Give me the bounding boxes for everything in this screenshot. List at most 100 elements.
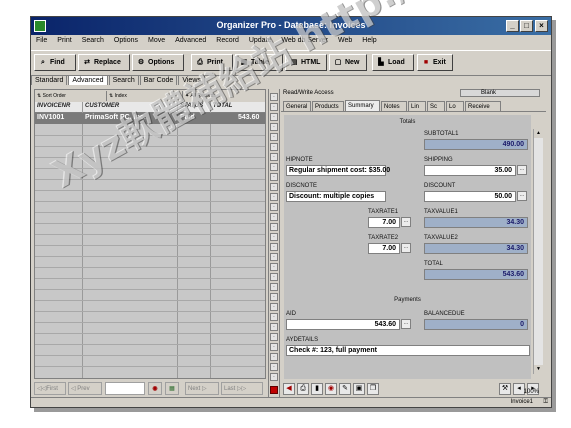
nav-mark[interactable]: · <box>270 233 278 241</box>
taxrate2-field[interactable]: 7.00 <box>368 243 400 254</box>
scroll-up-icon[interactable]: ▲ <box>534 129 543 138</box>
tab-search[interactable]: Search <box>108 75 139 85</box>
col-total[interactable]: TOTAL <box>213 103 232 109</box>
quick-search-input[interactable] <box>105 382 145 395</box>
print-record-icon[interactable]: ⎙ <box>297 383 309 395</box>
replace-button[interactable]: ⇄ Replace <box>78 54 130 71</box>
menu-search[interactable]: Search <box>77 35 109 44</box>
nav-mark[interactable]: · <box>270 243 278 251</box>
edit-icon[interactable]: ✎ <box>339 383 351 395</box>
tab-summary[interactable]: Summary <box>345 100 380 111</box>
nav-mark[interactable]: · <box>270 283 278 291</box>
scroll-down-icon[interactable]: ▼ <box>534 365 543 374</box>
first-button[interactable]: ◁◁First <box>34 382 66 395</box>
print-button[interactable]: ⎙ Print <box>191 54 233 71</box>
nav-mark[interactable]: · <box>270 223 278 231</box>
taxrate1-field[interactable]: 7.00 <box>368 217 400 228</box>
nav-mark[interactable]: · <box>270 353 278 361</box>
menu-options[interactable]: Options <box>109 35 143 44</box>
next-button[interactable]: Next ▷ <box>185 382 219 395</box>
tab-views[interactable]: Views <box>178 75 205 85</box>
new-button[interactable]: ▢ New <box>329 54 367 71</box>
shipnote-field[interactable]: Regular shipment cost: $35.00 <box>286 165 390 176</box>
last-button[interactable]: Last ▷▷ <box>221 382 263 395</box>
paid-field[interactable]: 543.60 <box>286 319 400 330</box>
all-records-button[interactable]: ✦ All Records <box>183 91 265 101</box>
load-button[interactable]: ▙ Load <box>372 54 414 71</box>
tools-icon[interactable]: ⚒ <box>499 383 511 395</box>
nav-mark[interactable]: · <box>270 263 278 271</box>
menu-file[interactable]: File <box>31 35 52 44</box>
stop-icon[interactable]: ◉ <box>148 382 162 395</box>
nav-mark[interactable]: · <box>270 273 278 281</box>
table-button[interactable]: ▦ Table <box>235 54 283 71</box>
discnote-field[interactable]: Discount: multiple copies <box>286 191 386 202</box>
tab-lo[interactable]: Lo <box>446 101 464 111</box>
nav-mark[interactable]: · <box>270 133 278 141</box>
nav-mark[interactable]: · <box>270 343 278 351</box>
delete-icon[interactable]: ▮ <box>311 383 323 395</box>
nav-mark[interactable]: · <box>270 213 278 221</box>
nav-mark[interactable]: · <box>270 253 278 261</box>
minimize-icon[interactable]: _ <box>506 20 519 32</box>
menu-help[interactable]: Help <box>357 35 381 44</box>
nav-mark[interactable]: · <box>270 163 278 171</box>
nav-mark[interactable]: · <box>270 333 278 341</box>
nav-mark[interactable]: · <box>270 293 278 301</box>
tab-receive[interactable]: Receive <box>465 101 501 111</box>
index-button[interactable]: ⇅ Index <box>107 91 183 101</box>
find-button[interactable]: ⌕ Find <box>34 54 76 71</box>
col-status[interactable]: STATUS <box>180 103 203 109</box>
paid-calc-icon[interactable]: ··· <box>401 319 411 329</box>
title-bar[interactable]: Organizer Pro - Database: Invoices _ □ × <box>31 17 551 35</box>
discount-field[interactable]: 50.00 <box>424 191 516 202</box>
close-icon[interactable]: × <box>535 20 548 32</box>
nav-mark[interactable]: · <box>270 123 278 131</box>
nav-mark[interactable]: · <box>270 103 278 111</box>
maximize-icon[interactable]: □ <box>520 20 533 32</box>
blank-field[interactable]: Blank <box>460 89 540 97</box>
tab-sc[interactable]: Sc <box>427 101 445 111</box>
image-icon[interactable]: ▣ <box>353 383 365 395</box>
nav-mark[interactable]: · <box>270 183 278 191</box>
menu-move[interactable]: Move <box>143 35 170 44</box>
sort-order-button[interactable]: ⇅ Sort Order <box>35 91 107 101</box>
taxrate1-calc-icon[interactable]: ··· <box>401 217 411 227</box>
table-row[interactable]: INV1001 PrimaSoft PC, Inc. Paid 543.60 <box>35 113 265 124</box>
col-invoicenr[interactable]: INVOICENR <box>37 103 70 109</box>
paydetails-field[interactable]: Check #: 123, full payment <box>286 345 530 356</box>
menu-update[interactable]: Update <box>244 35 277 44</box>
nav-mark[interactable]: · <box>270 373 278 381</box>
nav-mark[interactable]: · <box>270 303 278 311</box>
stop-record-icon[interactable]: ◉ <box>325 383 337 395</box>
bookmark-icon[interactable] <box>270 386 278 394</box>
menu-print[interactable]: Print <box>52 35 76 44</box>
menu-web[interactable]: Web <box>333 35 357 44</box>
taxrate2-calc-icon[interactable]: ··· <box>401 243 411 253</box>
nav-mark[interactable]: · <box>270 363 278 371</box>
nav-mark[interactable]: · <box>270 93 278 101</box>
nav-mark[interactable]: · <box>270 153 278 161</box>
nav-mark[interactable]: · <box>270 193 278 201</box>
tab-general[interactable]: General <box>283 101 311 111</box>
nav-mark[interactable]: · <box>270 203 278 211</box>
tab-products[interactable]: Products <box>312 101 344 111</box>
tab-notes[interactable]: Notes <box>381 101 407 111</box>
discount-calc-icon[interactable]: ··· <box>517 191 527 201</box>
nav-mark[interactable]: · <box>270 313 278 321</box>
html-button[interactable]: ▤ HTML <box>285 54 327 71</box>
exit-button[interactable]: ■ Exit <box>417 54 453 71</box>
nav-mark[interactable]: · <box>270 323 278 331</box>
tab-lin[interactable]: Lin <box>408 101 426 111</box>
tab-standard[interactable]: Standard <box>31 75 68 85</box>
menu-advanced[interactable]: Advanced <box>170 35 211 44</box>
options-button[interactable]: ⚙ Options <box>132 54 184 71</box>
copy-icon[interactable]: ❐ <box>367 383 379 395</box>
shipping-field[interactable]: 35.00 <box>424 165 516 176</box>
shipping-calc-icon[interactable]: ··· <box>517 165 527 175</box>
tab-advanced[interactable]: Advanced <box>68 75 108 85</box>
prev-button[interactable]: ◁ Prev <box>68 382 102 395</box>
tab-bar-code[interactable]: Bar Code <box>139 75 178 85</box>
grid-view-icon[interactable]: ▦ <box>165 382 179 395</box>
menu-web-db-server[interactable]: Web db Server <box>276 35 333 44</box>
